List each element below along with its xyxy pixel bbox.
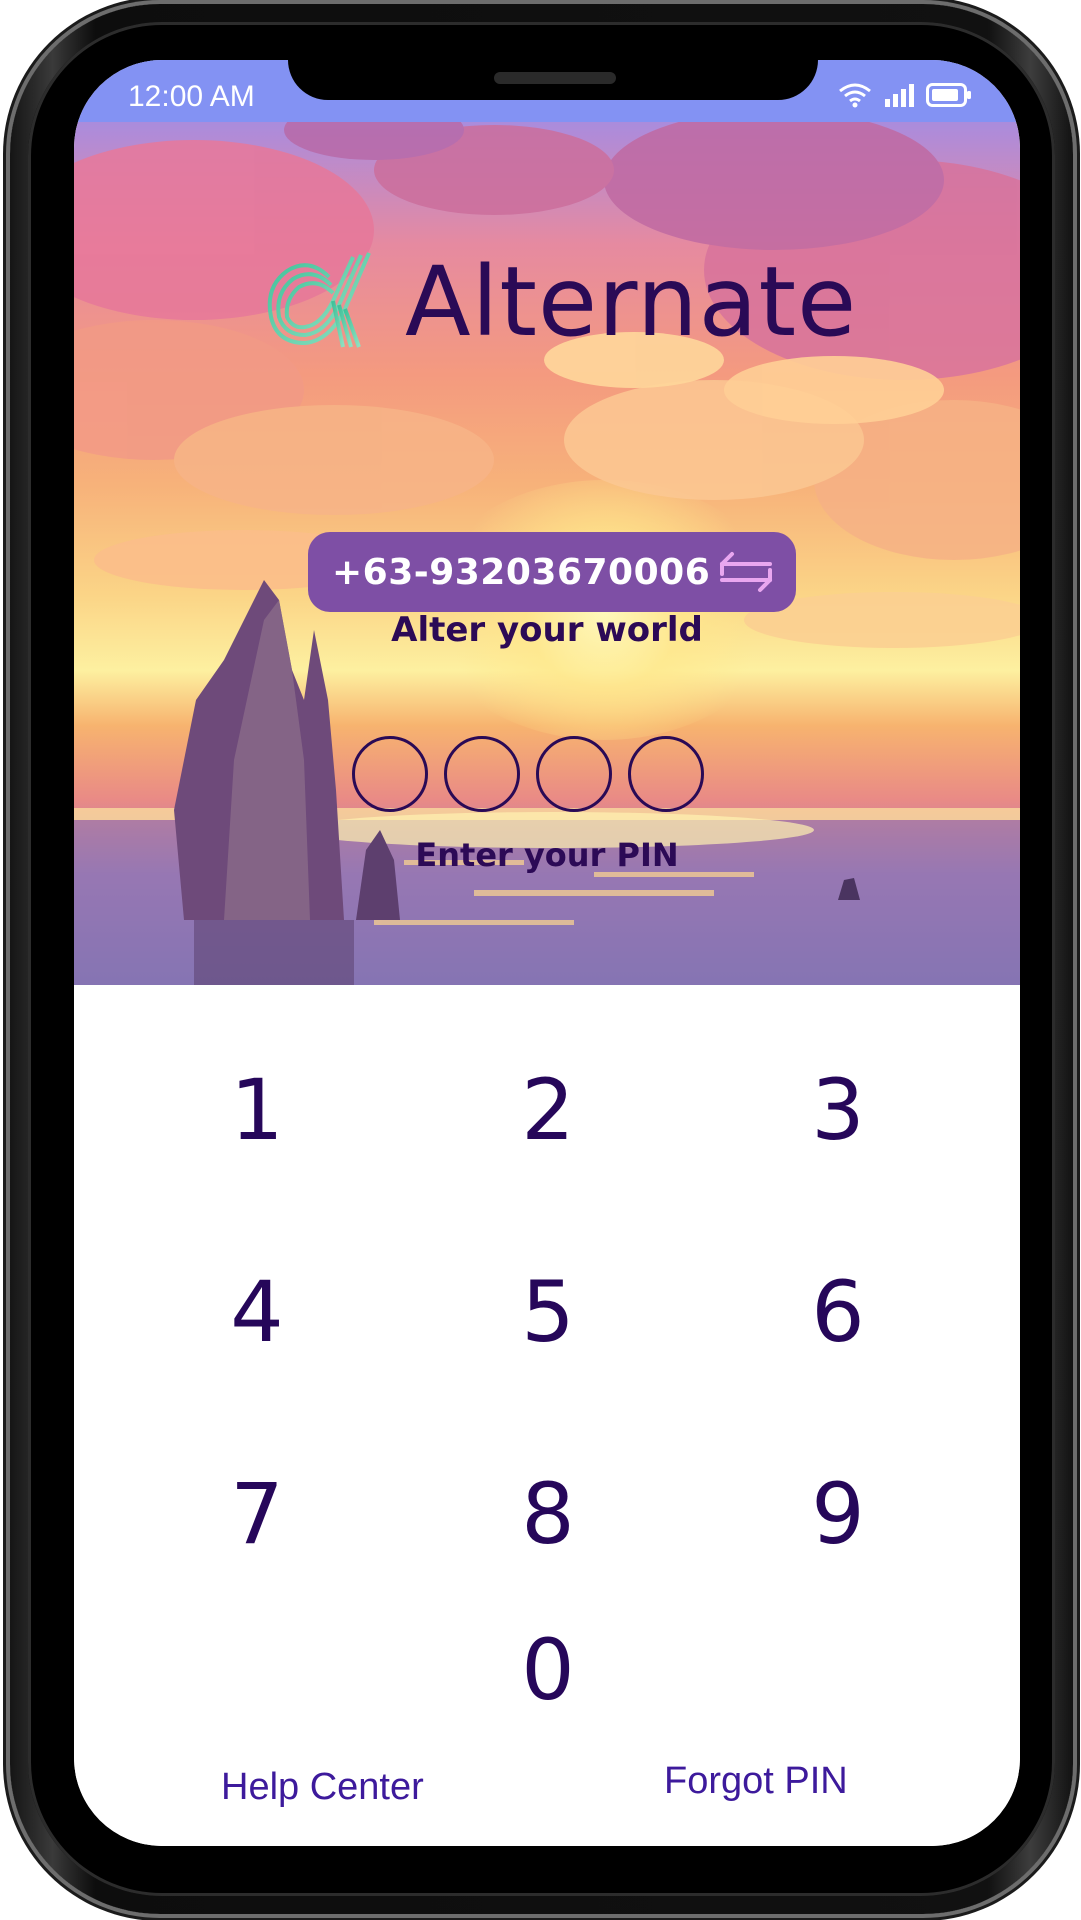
battery-icon bbox=[926, 83, 971, 107]
account-phone-selector[interactable]: +63-93203670006 bbox=[308, 532, 796, 612]
pin-indicator bbox=[352, 736, 704, 812]
swap-arrows-icon[interactable] bbox=[716, 546, 776, 598]
phone-frame: 12:00 AM Alternate +63-93203670006 Alter… bbox=[10, 4, 1073, 1914]
phone-number: +63-93203670006 bbox=[332, 551, 711, 593]
key-6[interactable]: 6 bbox=[778, 1257, 898, 1367]
pin-dot bbox=[628, 736, 704, 812]
key-3[interactable]: 3 bbox=[778, 1055, 898, 1165]
help-center-link[interactable]: Help Center bbox=[221, 1766, 424, 1809]
pin-dot bbox=[536, 736, 612, 812]
key-1[interactable]: 1 bbox=[197, 1055, 317, 1165]
forgot-pin-link[interactable]: Forgot PIN bbox=[664, 1760, 848, 1803]
key-9[interactable]: 9 bbox=[778, 1459, 898, 1569]
pin-dot bbox=[444, 736, 520, 812]
app-logo: Alternate bbox=[259, 246, 857, 358]
status-icons bbox=[838, 82, 972, 108]
key-2[interactable]: 2 bbox=[488, 1055, 608, 1165]
signal-icon bbox=[885, 84, 914, 107]
pin-label: Enter your PIN bbox=[415, 836, 679, 874]
status-time: 12:00 AM bbox=[128, 80, 255, 113]
pin-dot bbox=[352, 736, 428, 812]
key-4[interactable]: 4 bbox=[197, 1257, 317, 1367]
alpha-logo-icon bbox=[267, 252, 371, 348]
key-5[interactable]: 5 bbox=[488, 1257, 608, 1367]
tagline: Alter your world bbox=[391, 610, 703, 650]
key-7[interactable]: 7 bbox=[197, 1459, 317, 1569]
numeric-keypad: 1 2 3 4 5 6 7 8 9 0 Help Center Forgot P… bbox=[74, 985, 1020, 1846]
wifi-icon bbox=[839, 83, 871, 108]
brand-name: Alternate bbox=[405, 246, 858, 358]
key-0[interactable]: 0 bbox=[488, 1615, 608, 1725]
key-8[interactable]: 8 bbox=[488, 1459, 608, 1569]
speaker-grille bbox=[494, 72, 616, 84]
app-screen: 12:00 AM Alternate +63-93203670006 Alter… bbox=[74, 60, 1020, 1846]
